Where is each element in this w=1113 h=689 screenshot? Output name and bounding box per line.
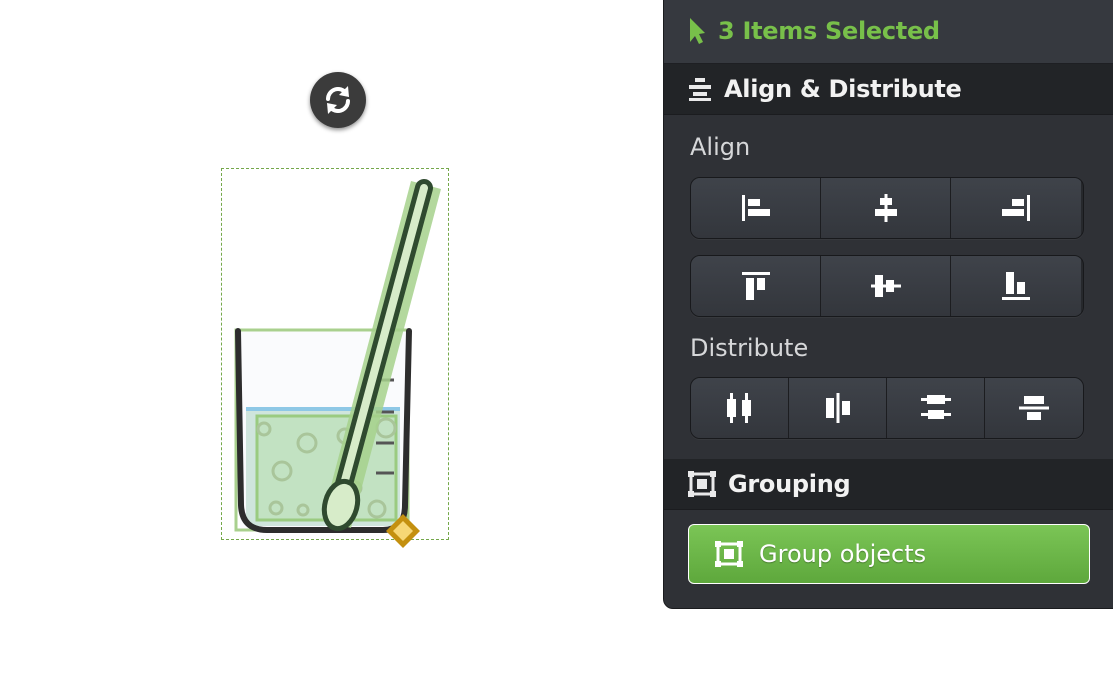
align-center-vertical-button[interactable] [821,256,951,316]
align-button-row-vertical [690,255,1084,317]
grouping-header: Grouping [664,459,1113,510]
selection-header: 3 Items Selected [664,0,1113,64]
selection-count-label: 3 Items Selected [718,17,940,45]
distribute-left-icon [726,393,751,423]
distribute-top-button[interactable] [887,378,985,438]
align-right-icon [1002,195,1030,221]
distribute-center-horizontal-icon [825,393,850,423]
canvas-area[interactable] [0,0,660,689]
align-center-icon [689,78,711,101]
align-bottom-icon [1002,272,1030,300]
group-icon [688,471,716,497]
group-objects-label: Group objects [759,540,927,568]
selected-objects [234,179,441,533]
distribute-button-row [690,377,1084,439]
distribute-center-horizontal-button[interactable] [789,378,887,438]
resize-handle[interactable] [384,512,422,550]
distribute-center-vertical-icon [1019,396,1049,420]
grouping-title: Grouping [728,470,851,498]
align-distribute-header: Align & Distribute [664,64,1113,115]
cursor-arrow-icon [690,18,705,44]
align-center-horizontal-button[interactable] [821,178,951,238]
align-center-horizontal-icon [874,194,897,222]
align-left-button[interactable] [691,178,821,238]
align-distribute-title: Align & Distribute [724,75,962,103]
align-button-row-horizontal [690,177,1084,239]
align-left-icon [741,195,770,221]
align-top-button[interactable] [691,256,821,316]
group-objects-button[interactable]: Group objects [688,524,1090,584]
distribute-center-vertical-button[interactable] [985,378,1083,438]
align-label: Align [690,133,751,161]
distribute-top-icon [920,395,951,419]
properties-panel: 3 Items Selected Align & Distribute Alig… [663,0,1113,609]
align-right-button[interactable] [951,178,1081,238]
align-top-icon [741,272,770,300]
distribute-label: Distribute [690,334,809,362]
group-objects-icon [715,541,743,567]
align-center-vertical-icon [870,275,901,297]
distribute-left-button[interactable] [691,378,789,438]
align-bottom-button[interactable] [951,256,1081,316]
